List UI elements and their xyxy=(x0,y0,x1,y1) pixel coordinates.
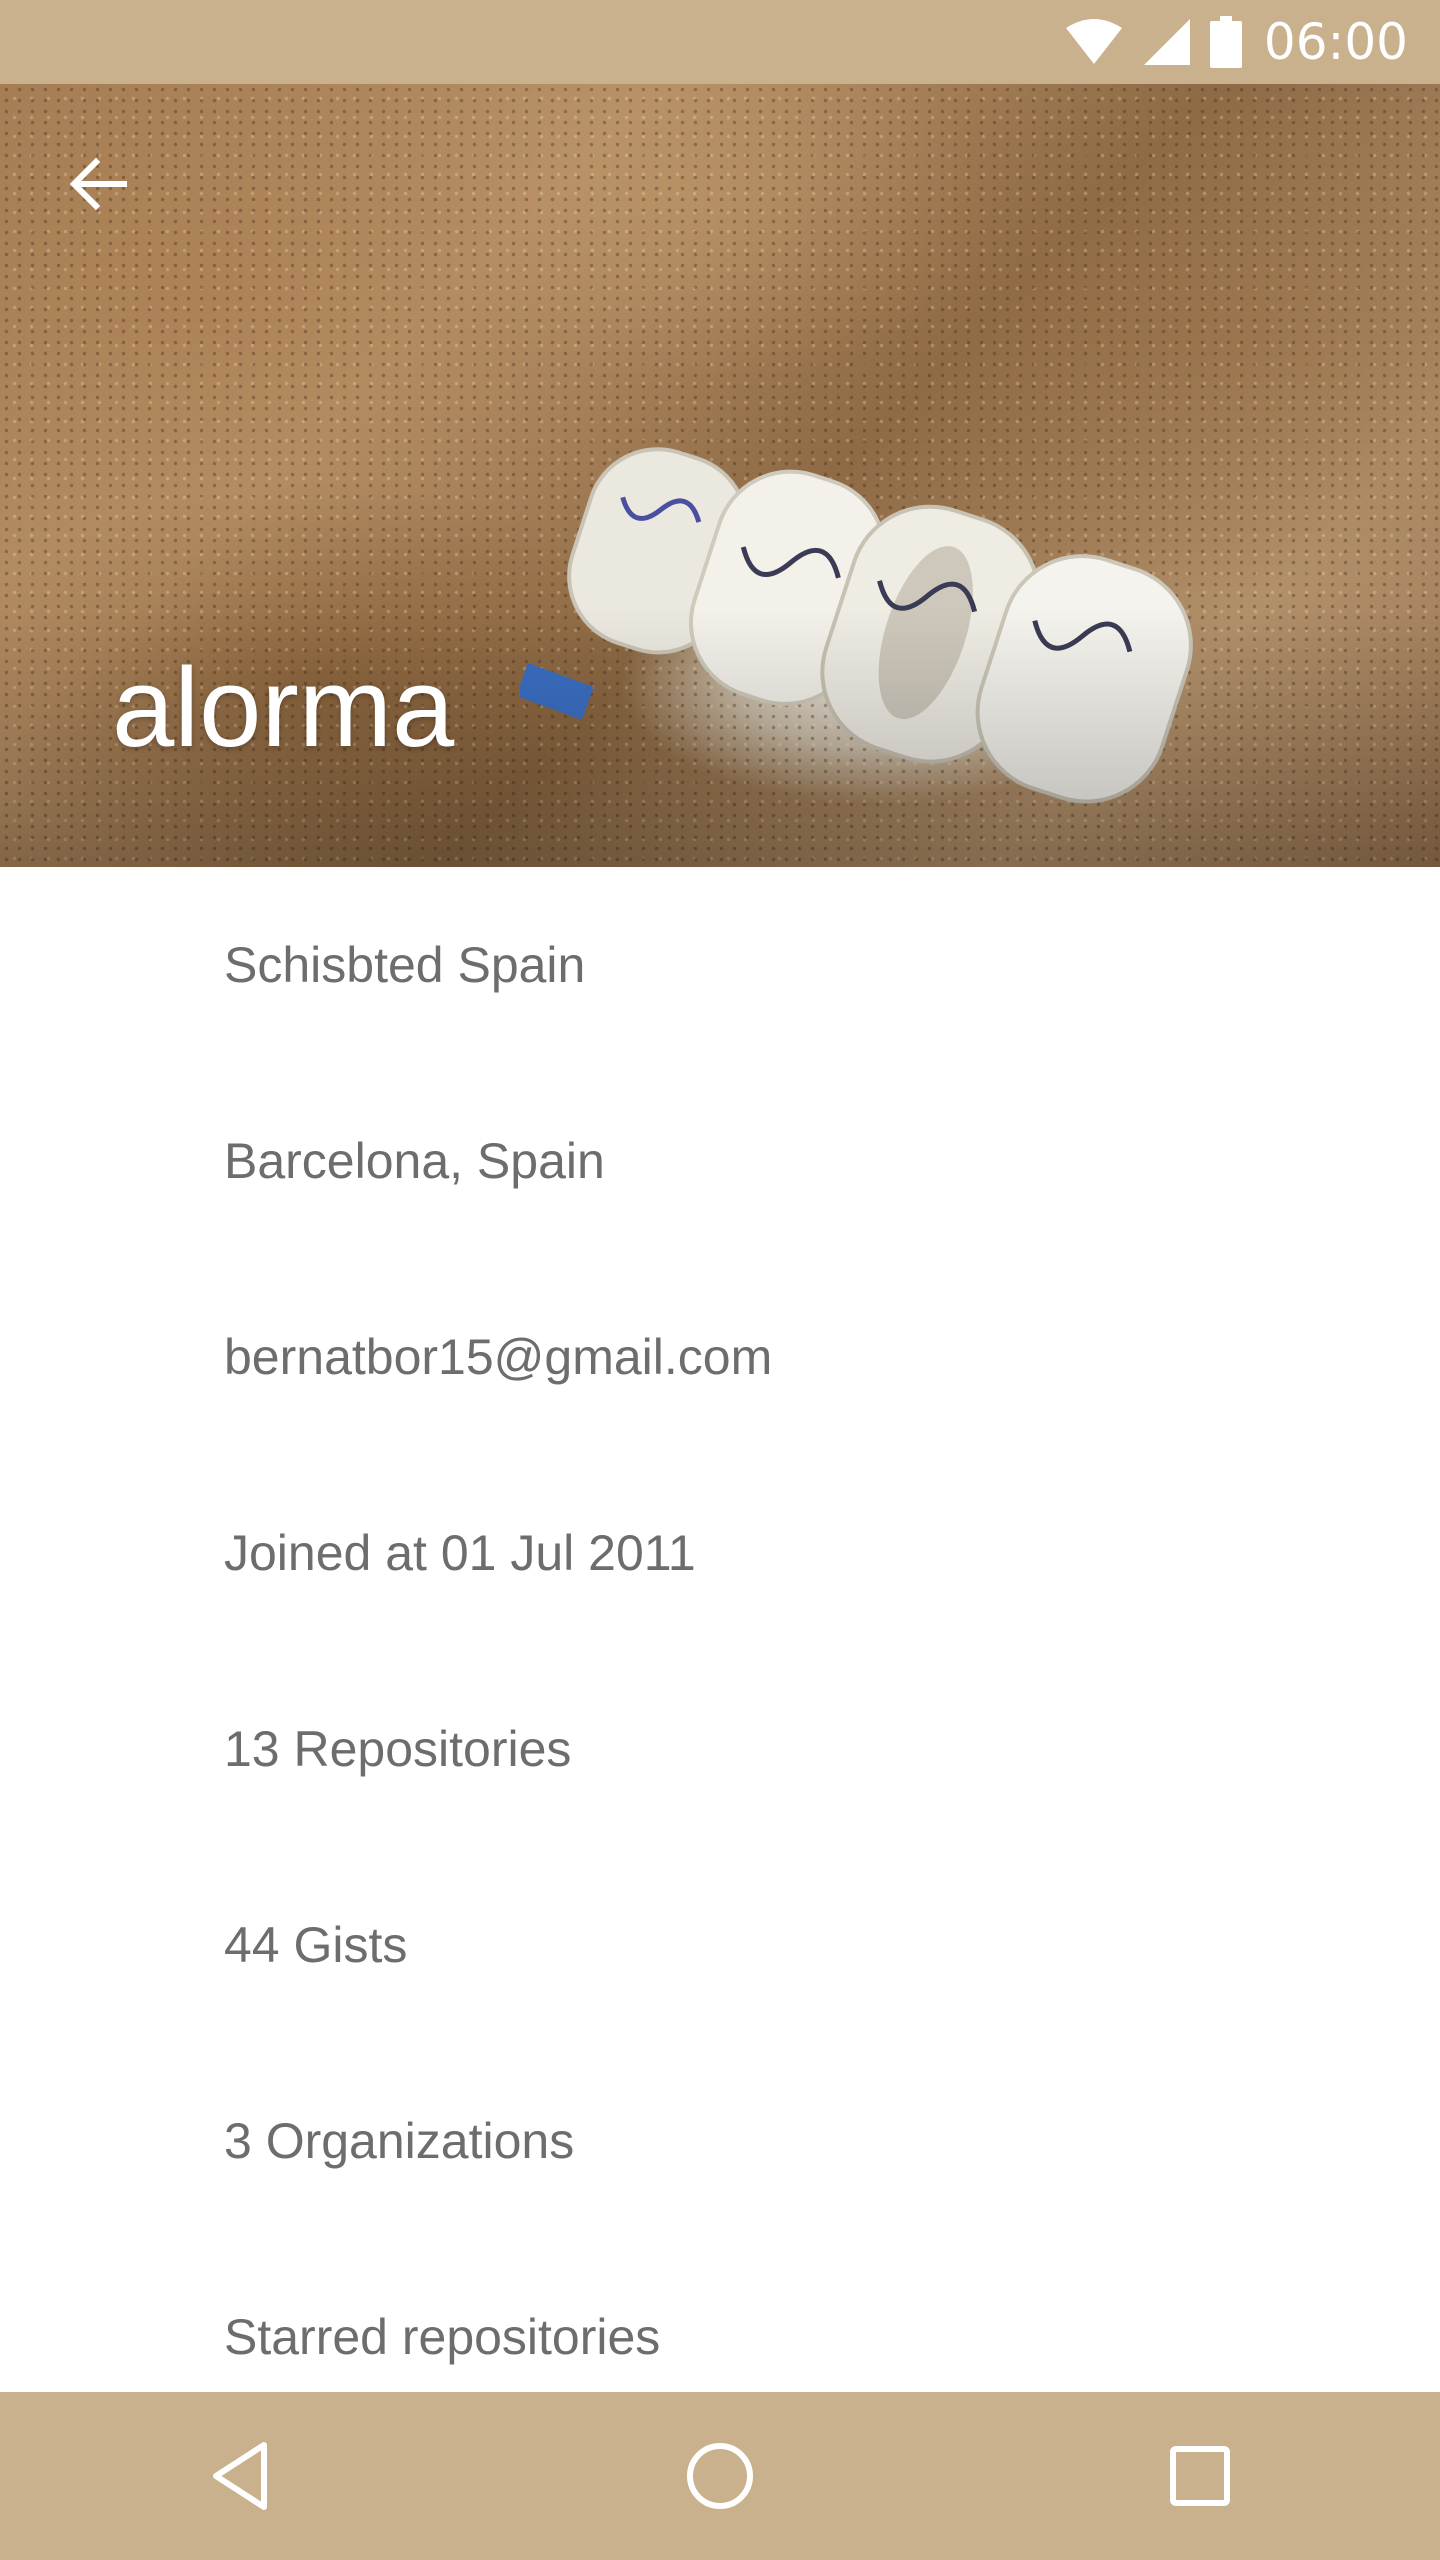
detail-email[interactable]: bernatbor15@gmail.com xyxy=(0,1259,1440,1455)
back-button[interactable] xyxy=(56,142,140,226)
profile-name: alorma xyxy=(112,645,455,770)
detail-repositories[interactable]: 13 Repositories xyxy=(0,1651,1440,1847)
detail-joined[interactable]: Joined at 01 Jul 2011 xyxy=(0,1455,1440,1651)
arrow-back-icon xyxy=(69,157,127,211)
navigation-bar xyxy=(0,2392,1440,2560)
detail-gists[interactable]: 44 Gists xyxy=(0,1847,1440,2043)
recents-square-icon xyxy=(1170,2446,1230,2506)
nav-recents-button[interactable] xyxy=(1116,2392,1284,2560)
back-triangle-icon xyxy=(213,2442,267,2510)
status-icons: 06:00 xyxy=(1064,0,1408,84)
detail-organizations[interactable]: 3 Organizations xyxy=(0,2043,1440,2239)
status-time: 06:00 xyxy=(1263,13,1408,71)
detail-company[interactable]: Schisbted Spain xyxy=(0,867,1440,1063)
detail-location[interactable]: Barcelona, Spain xyxy=(0,1063,1440,1259)
status-bar: 06:00 xyxy=(0,0,1440,84)
profile-header: alorma xyxy=(0,84,1440,867)
cellular-signal-icon xyxy=(1143,19,1190,65)
nav-back-button[interactable] xyxy=(156,2392,324,2560)
wifi-icon xyxy=(1065,19,1122,64)
nav-home-button[interactable] xyxy=(636,2392,804,2560)
profile-details-list: Schisbted Spain Barcelona, Spain bernatb… xyxy=(0,867,1440,2435)
battery-icon xyxy=(1209,16,1242,68)
home-circle-icon xyxy=(687,2443,753,2509)
